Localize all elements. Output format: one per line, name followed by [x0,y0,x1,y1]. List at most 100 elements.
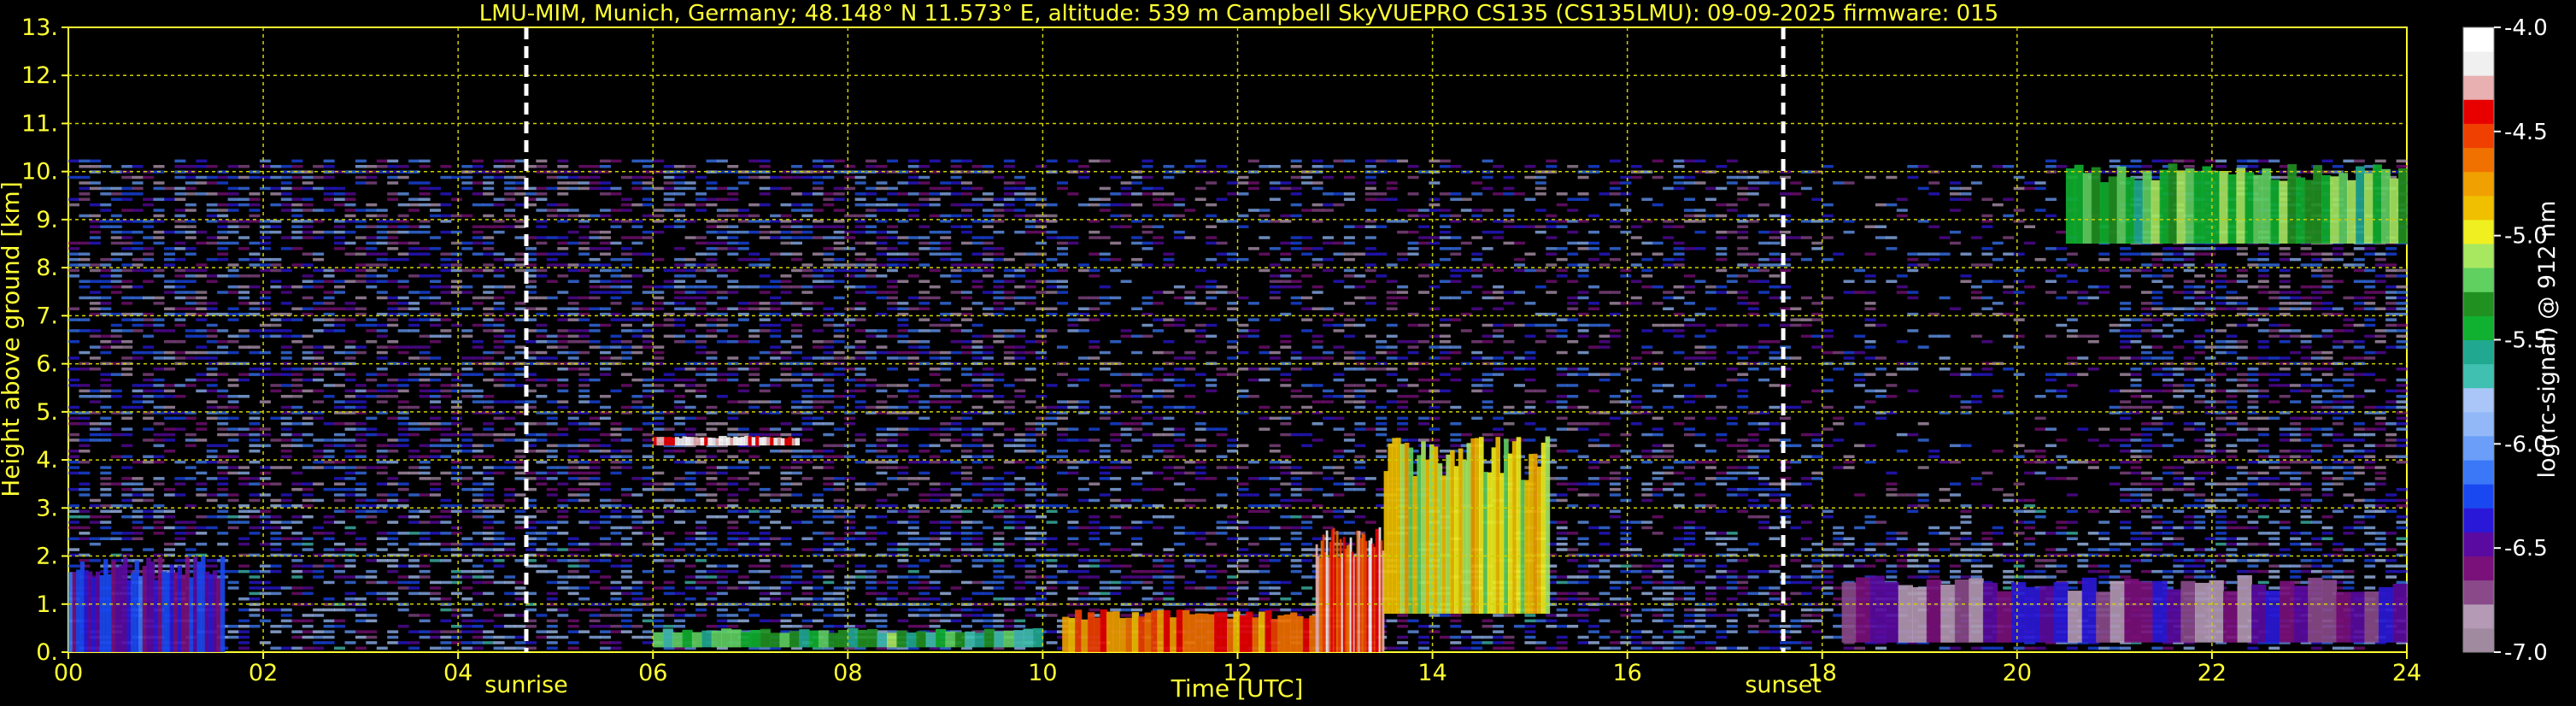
noise-cell [238,542,250,546]
noise-cell [546,625,558,628]
noise-cell [217,340,229,344]
noise-cell [812,509,824,513]
noise-cell [206,209,218,212]
noise-cell [376,350,388,355]
noise-cell [833,323,845,327]
noise-cell [578,586,590,590]
noise-cell [238,564,250,568]
noise-cell [897,384,909,387]
noise-cell [387,279,399,283]
noise-cell [759,307,771,310]
noise-cell [801,416,813,421]
noise-cell [716,197,728,201]
noise-cell [844,230,856,234]
noise-cell [387,165,399,168]
noise-cell [961,159,972,163]
noise-cell [727,230,739,234]
noise-cell [196,345,208,349]
noise-cell [355,323,367,327]
noise-cell [674,318,686,321]
noise-cell [174,186,186,191]
noise-cell [844,368,856,371]
noise-cell [323,384,335,387]
noise-cell [323,296,335,300]
noise-cell [866,586,877,590]
noise-cell [344,564,356,568]
noise-cell [1141,373,1153,376]
noise-cell [950,192,962,196]
noise-cell [376,241,388,245]
noise-cell [89,542,101,546]
noise-cell [483,548,495,551]
noise-cell [79,444,91,448]
noise-cell [770,450,782,453]
noise-cell [1036,263,1047,267]
noise-cell [823,165,835,168]
noise-cell [280,165,292,168]
noise-cell [876,241,888,245]
noise-cell [291,159,303,163]
noise-cell [780,466,792,469]
noise-cell [557,209,569,212]
noise-cell [854,252,866,256]
noise-cell [907,532,919,535]
noise-cell [801,268,813,273]
noise-cell [1110,591,1122,596]
noise-cell [1153,291,1164,294]
noise-cell [866,378,877,382]
noise-cell [866,268,877,273]
noise-cell [801,405,813,409]
noise-cell [259,471,271,475]
noise-cell [770,307,782,310]
noise-cell [620,350,632,355]
noise-cell [387,493,399,497]
noise-cell [185,279,197,283]
noise-cell [780,285,792,289]
noise-cell [727,509,739,513]
noise-cell [504,416,516,421]
noise-cell [504,384,516,387]
noise-cell [217,209,229,212]
noise-cell [610,241,622,245]
noise-cell [737,175,749,179]
noise-cell [280,197,292,201]
noise-cell [620,345,632,349]
noise-cell [600,625,611,628]
noise-cell [164,389,175,393]
noise-cell [366,515,378,519]
noise-cell [1077,548,1089,551]
noise-cell [291,515,303,519]
noise-cell [334,422,345,426]
noise-cell [737,302,749,305]
noise-cell [706,498,718,503]
noise-cell [1067,586,1079,590]
noise-cell [196,542,208,546]
noise-cell [504,378,516,382]
noise-cell [323,580,335,585]
noise-cell [472,236,484,239]
noise-cell [823,532,835,535]
noise-cell [961,548,972,551]
noise-cell [387,395,399,398]
noise-cell [249,526,261,530]
noise-cell [1110,175,1122,179]
noise-cell [185,438,197,442]
noise-cell [376,214,388,218]
noise-cell [249,192,261,196]
noise-cell [918,236,930,239]
noise-cell [227,580,239,585]
noise-cell [387,296,399,300]
noise-cell [450,608,462,612]
noise-cell [833,548,845,551]
noise-cell [557,318,569,321]
noise-cell [642,395,654,398]
noise-cell [546,635,558,639]
noise-cell [323,521,335,524]
noise-cell [1099,559,1111,562]
noise-cell [1036,597,1047,601]
noise-cell [483,575,495,579]
noise-cell [493,334,505,338]
noise-cell [844,532,856,535]
noise-cell [79,318,91,321]
noise-cell [589,569,601,574]
